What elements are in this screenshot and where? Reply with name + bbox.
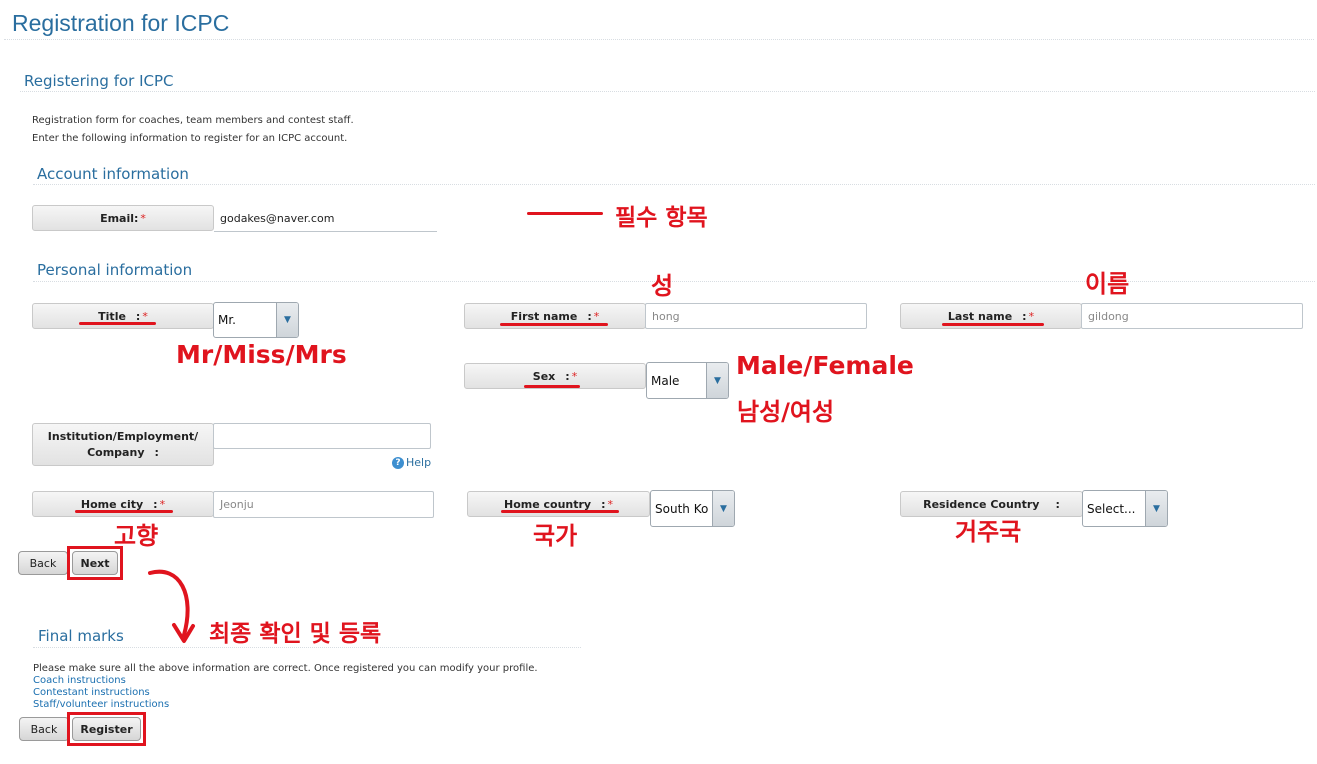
email-label: Email: * — [32, 205, 214, 231]
header-divider — [4, 39, 1314, 40]
required-mark: * — [593, 309, 600, 323]
sex-select-value: Male — [651, 373, 680, 388]
form-subtitle: Registering for ICPC — [24, 72, 174, 90]
personal-section-title: Personal information — [37, 261, 193, 279]
annotation-last-name: 이름 — [1085, 270, 1130, 298]
next-button[interactable]: Next — [72, 551, 118, 575]
annotation-title-options: Mr/Miss/Mrs — [176, 340, 347, 369]
staff-instructions-link[interactable]: Staff/volunteer instructions — [33, 699, 169, 711]
annotation-first-name-underline — [500, 323, 608, 326]
annotation-home-country-underline — [501, 510, 619, 513]
annotation-required-line — [527, 212, 603, 215]
intro-line-1: Registration form for coaches, team memb… — [32, 115, 354, 126]
residence-country-select[interactable]: Select... ▼ — [1082, 490, 1168, 527]
title-select-value: Mr. — [218, 313, 236, 327]
help-link[interactable]: ? Help — [392, 456, 431, 469]
title-select[interactable]: Mr. ▼ — [213, 302, 299, 338]
annotation-residence-country: 거주국 — [955, 518, 1022, 546]
back-button[interactable]: Back — [18, 551, 68, 575]
home-country-label: Home country: * — [467, 491, 650, 517]
register-button[interactable]: Register — [72, 717, 141, 741]
final-back-button[interactable]: Back — [19, 717, 69, 741]
chevron-down-icon[interactable]: ▼ — [276, 303, 298, 337]
home-country-select-value: South Ko — [655, 501, 709, 516]
home-city-label: Home city: * — [32, 491, 214, 517]
annotation-required-field: 필수 항목 — [615, 205, 708, 231]
required-mark: * — [159, 497, 166, 511]
final-section-title: Final marks — [38, 627, 124, 645]
annotation-title-underline — [79, 322, 156, 325]
chevron-down-icon[interactable]: ▼ — [712, 491, 734, 526]
required-mark: * — [1028, 309, 1035, 323]
annotation-sex-options-ko: 남성/여성 — [737, 398, 835, 426]
subtitle-divider — [20, 91, 1315, 92]
home-country-select[interactable]: South Ko ▼ — [650, 490, 735, 527]
final-divider — [33, 647, 581, 648]
instruction-links: Coach instructions Contestant instructio… — [33, 675, 169, 711]
annotation-sex-options-en: Male/Female — [736, 351, 914, 380]
home-city-input[interactable]: Jeonju — [213, 491, 434, 518]
coach-instructions-link[interactable]: Coach instructions — [33, 675, 169, 687]
title-label: Title: * — [32, 303, 214, 329]
first-name-input[interactable]: hong — [645, 303, 867, 329]
annotation-last-name-underline — [942, 323, 1044, 326]
annotation-sex-underline — [524, 385, 580, 388]
account-section-title: Account information — [37, 165, 189, 183]
help-icon: ? — [392, 457, 404, 469]
account-divider — [33, 184, 1315, 185]
annotation-first-name: 성 — [651, 272, 674, 300]
intro-text: Registration form for coaches, team memb… — [32, 112, 354, 148]
institution-input[interactable] — [213, 423, 431, 449]
sex-select[interactable]: Male ▼ — [646, 362, 729, 399]
required-mark: * — [140, 211, 146, 225]
annotation-home-city-underline — [75, 510, 173, 513]
chevron-down-icon[interactable]: ▼ — [706, 363, 728, 398]
annotation-home-country: 국가 — [533, 522, 578, 550]
curved-arrow-icon — [148, 569, 195, 643]
last-name-input[interactable]: gildong — [1081, 303, 1303, 329]
page-title: Registration for ICPC — [12, 10, 230, 36]
email-field[interactable]: godakes@naver.com — [214, 205, 437, 232]
intro-line-2: Enter the following information to regis… — [32, 133, 348, 144]
residence-country-select-value: Select... — [1087, 501, 1136, 516]
required-mark: * — [571, 369, 578, 383]
chevron-down-icon[interactable]: ▼ — [1145, 491, 1167, 526]
annotation-final-register: 최종 확인 및 등록 — [209, 621, 382, 647]
required-mark: * — [607, 497, 614, 511]
required-mark: * — [142, 309, 148, 323]
institution-label: Institution/Employment/ Company: — [32, 423, 214, 466]
contestant-instructions-link[interactable]: Contestant instructions — [33, 687, 169, 699]
